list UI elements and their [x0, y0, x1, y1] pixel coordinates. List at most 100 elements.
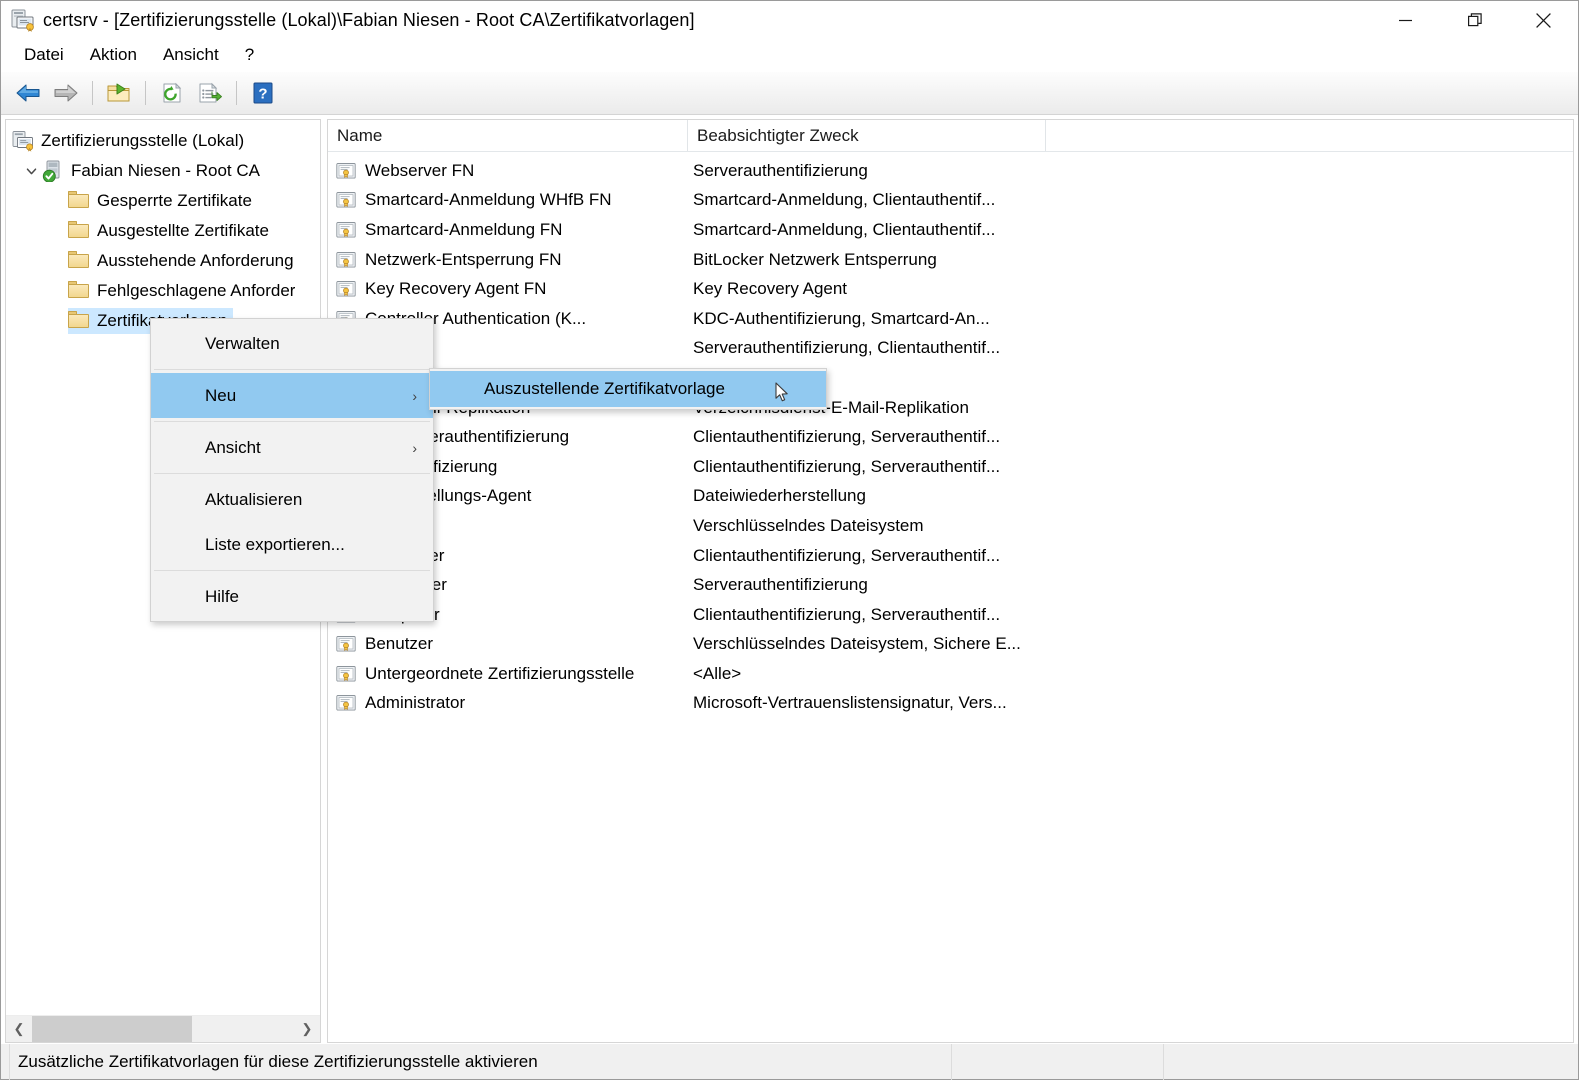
scrollbar-track[interactable] — [32, 1016, 294, 1042]
column-header-purpose[interactable]: Beabsichtigter Zweck — [688, 120, 1046, 151]
status-segment-middle — [952, 1043, 1165, 1080]
menu-bar: Datei Aktion Ansicht ? — [1, 39, 1578, 72]
template-name-cell: Smartcard-Anmeldung FN — [365, 219, 563, 239]
status-segment-left — [1, 1043, 10, 1080]
list-column-headers: Name Beabsichtigter Zweck — [328, 120, 1573, 152]
submenu-item-auszustellende-zertifikatvorlage[interactable]: Auszustellende Zertifikatvorlage — [430, 371, 826, 407]
context-menu-item-verwalten[interactable]: Verwalten — [151, 321, 433, 366]
context-menu-item-ansicht[interactable]: Ansicht › — [151, 425, 433, 470]
table-row[interactable]: ncontrollerauthentifizierung Clientauthen… — [328, 422, 1573, 452]
toolbar-separator — [92, 81, 93, 105]
context-menu-item-neu[interactable]: Neu › — [151, 373, 433, 418]
template-name-cell: Untergeordnete Zertifizierungsstelle — [365, 663, 635, 683]
context-menu-item-liste-exportieren[interactable]: Liste exportieren... — [151, 522, 433, 567]
template-purpose-cell: Smartcard-Anmeldung, Clientauthentif... — [693, 219, 996, 239]
table-row[interactable]: Key Recovery Agent FN Key Recovery Agent — [328, 274, 1573, 304]
folder-icon — [68, 250, 90, 272]
template-purpose-cell: BitLocker Netzwerk Entsperrung — [693, 249, 937, 269]
template-purpose-cell: KDC-Authentifizierung, Smartcard-An... — [693, 308, 990, 328]
table-row[interactable]: Controller Authentication (K... KDC-Authe… — [328, 304, 1573, 334]
template-name-cell: Smartcard-Anmeldung WHfB FN — [365, 190, 612, 210]
menu-aktion[interactable]: Aktion — [77, 41, 150, 69]
menu-separator — [154, 369, 430, 370]
template-purpose-cell: Clientauthentifizierung, Serverauthentif… — [693, 604, 1001, 624]
chevron-down-icon[interactable] — [20, 156, 42, 186]
context-menu-item-label: Neu — [205, 385, 237, 405]
tree-item-gesperrte-zertifikate[interactable]: Gesperrte Zertifikate — [6, 186, 320, 216]
template-name-cell: Webserver FN — [365, 160, 475, 180]
minimize-button[interactable] — [1371, 1, 1440, 39]
menu-separator — [154, 473, 430, 474]
table-row[interactable]: ncontrollerClientauthentifizierung, Serv… — [328, 541, 1573, 571]
template-purpose-cell: Microsoft-Vertrauenslistensignatur, Vers… — [693, 693, 1007, 713]
help-icon[interactable]: ? — [244, 75, 282, 111]
refresh-icon[interactable] — [153, 75, 191, 111]
tree-item-label: Fabian Niesen - Root CA — [71, 161, 260, 180]
tree-item-ausgestellte-zertifikate[interactable]: Ausgestellte Zertifikate — [6, 216, 320, 246]
window-controls — [1371, 1, 1578, 39]
tree-item-ausstehende-anforderungen[interactable]: Ausstehende Anforderung — [6, 246, 320, 276]
chevron-right-icon: › — [412, 387, 417, 404]
template-purpose-cell: Clientauthentifizierung, Serverauthentif… — [693, 456, 1001, 476]
status-text: Zusätzliche Zertifikatvorlagen für diese… — [10, 1043, 953, 1080]
table-row[interactable]: er FNServerauthentifizierung, Clientauth… — [328, 334, 1573, 364]
table-row[interactable]: SVerschlüsselndes Dateisystem — [328, 511, 1573, 541]
table-row[interactable]: ComputerClientauthentifizierung, Servera… — [328, 600, 1573, 630]
forward-arrow-icon[interactable] — [47, 75, 85, 111]
menu-datei[interactable]: Datei — [11, 41, 77, 69]
table-row[interactable]: Smartcard-Anmeldung FN Smartcard-Anmeldun… — [328, 215, 1573, 245]
ca-server-icon — [42, 160, 64, 183]
table-row[interactable]: -AuthentifizierungClientauthentifizierun… — [328, 452, 1573, 482]
menu-hilfe[interactable]: ? — [232, 41, 267, 69]
certificate-template-icon — [336, 161, 356, 181]
tree-item-fehlgeschlagene-anforderungen[interactable]: Fehlgeschlagene Anforder — [6, 276, 320, 306]
export-list-icon[interactable] — [191, 75, 229, 111]
tree-item-fabian-niesen-root-ca[interactable]: Fabian Niesen - Root CA — [6, 156, 320, 186]
close-button[interactable] — [1509, 1, 1578, 39]
scroll-right-icon[interactable]: ❯ — [294, 1016, 320, 1042]
template-purpose-cell: Serverauthentifizierung — [693, 160, 868, 180]
table-row[interactable]: Administrator Microsoft-Vertrauenslistens… — [328, 689, 1573, 719]
certsrv-window: certsrv - [Zertifizierungsstelle (Lokal)… — [0, 0, 1579, 1080]
context-menu-item-aktualisieren[interactable]: Aktualisieren — [151, 477, 433, 522]
templates-list: Webserver FN Serverauthentifizierung Smart… — [328, 152, 1573, 1042]
chevron-right-icon: › — [412, 439, 417, 456]
table-row[interactable]: WebserverServerauthentifizierung — [328, 570, 1573, 600]
back-arrow-icon[interactable] — [9, 75, 47, 111]
certificate-template-icon — [336, 693, 356, 713]
new-submenu: Auszustellende Zertifikatvorlage — [429, 368, 827, 410]
menu-ansicht[interactable]: Ansicht — [150, 41, 232, 69]
table-row[interactable]: Smartcard-Anmeldung WHfB FN Smartcard-Anm… — [328, 186, 1573, 216]
table-row[interactable]: Netzwerk-Entsperrung FN BitLocker Netzwer… — [328, 245, 1573, 275]
scrollbar-thumb[interactable] — [32, 1016, 192, 1042]
scroll-left-icon[interactable]: ❮ — [6, 1016, 32, 1042]
table-row[interactable]: Webserver FN Serverauthentifizierung — [328, 156, 1573, 186]
templates-list-pane: Name Beabsichtigter Zweck Webserver FN Se… — [327, 119, 1574, 1043]
svg-text:?: ? — [258, 86, 267, 103]
template-name-cell: Key Recovery Agent FN — [365, 279, 547, 299]
template-name-cell: Administrator — [365, 693, 466, 713]
template-purpose-cell: Dateiwiederherstellung — [693, 486, 866, 506]
restore-button[interactable] — [1440, 1, 1509, 39]
template-purpose-cell: Clientauthentifizierung, Serverauthentif… — [693, 427, 1001, 447]
folder-icon — [68, 190, 90, 212]
template-purpose-cell: Verschlüsselndes Dateisystem, Sichere E.… — [693, 634, 1021, 654]
status-bar: Zusätzliche Zertifikatvorlagen für diese… — [1, 1043, 1578, 1080]
tree-item-label: Ausstehende Anforderung — [97, 251, 294, 270]
show-console-tree-icon[interactable] — [100, 75, 138, 111]
tree-horizontal-scrollbar[interactable]: ❮ ❯ — [6, 1015, 320, 1042]
table-row[interactable]: derherstellungs-Agent Dateiwiederherstell… — [328, 482, 1573, 512]
template-purpose-cell: Smartcard-Anmeldung, Clientauthentif... — [693, 190, 996, 210]
table-row[interactable]: Benutzer Verschlüsselndes Dateisystem, Si… — [328, 630, 1573, 660]
column-header-name[interactable]: Name — [328, 120, 688, 151]
menu-separator — [154, 570, 430, 571]
tree-item-zertifizierungsstelle-lokal[interactable]: Zertifizierungsstelle (Lokal) — [6, 126, 320, 156]
folder-icon — [68, 220, 90, 242]
context-menu-item-hilfe[interactable]: Hilfe — [151, 574, 433, 619]
toolbar-separator — [236, 81, 237, 105]
tree-item-label: Gesperrte Zertifikate — [97, 191, 252, 210]
menu-separator — [154, 421, 430, 422]
template-name-cell: Netzwerk-Entsperrung FN — [365, 249, 562, 269]
table-row[interactable]: Untergeordnete Zertifizierungsstelle <All… — [328, 659, 1573, 689]
template-purpose-cell: Verschlüsselndes Dateisystem — [693, 515, 924, 535]
